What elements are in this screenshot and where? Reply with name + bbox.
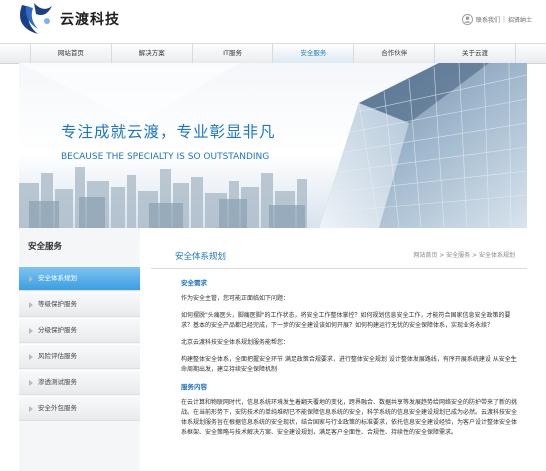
paragraph: 如何摆脱"头痛医头，脚痛医脚"的工作状态，将安全工作整体掌控？如何规划信息安全工… [181,312,511,329]
sidebar-item-classified-protection[interactable]: 分级保护服务 [19,318,140,343]
nav-item-home[interactable]: 网站首页 [30,44,111,63]
sidebar-item-label: 安全体系规划 [38,274,77,282]
sidebar-item-label: 分级保护服务 [38,326,77,334]
sidebar-item-security-planning[interactable]: 安全体系规划 [19,266,140,291]
sidebar: 安全服务 安全体系规划 等级保护服务 分级保护服务 风险评估服务 渗透测试服务 … [19,228,140,471]
recruitment-link[interactable]: 招贤纳士 [508,15,532,24]
paragraph: 构建整体安全体系，全面把握安全环节 满足政策合规要求，进行整体安全规划 设计整体… [181,356,517,373]
section-title-services: 服务内容 [181,383,207,391]
triangle-right-icon [29,275,33,282]
sidebar-title: 安全服务 [19,228,140,266]
user-icon [461,14,473,25]
paragraph: 北京云渡科技安全体系规划服务能帮您： [181,339,290,346]
sidebar-item-label: 风险评估服务 [38,352,77,360]
main-nav: 网站首页 解决方案 IT服务 安全服务 合作伙伴 关于云渡 [0,43,546,64]
triangle-right-icon [29,405,33,412]
nav-item-security-services[interactable]: 安全服务 [272,44,354,63]
paragraph: 作为安全主管，您可能正面临如下问题： [181,295,290,302]
contact-us-link[interactable]: 联系我们 [476,15,500,24]
site-header: 云渡科技 联系我们 | 招贤纳士 [0,0,546,44]
sidebar-item-label: 安全外包服务 [38,404,77,412]
banner-image [19,63,527,228]
sidebar-item-risk-assessment[interactable]: 风险评估服务 [19,344,140,369]
nav-item-about[interactable]: 关于云渡 [434,44,516,63]
main-content: 安全体系规划 网站首页 > 安全服务 > 安全体系规划 安全需求 作为安全主管，… [151,236,527,471]
logo-icon[interactable] [16,1,56,37]
triangle-right-icon [29,353,33,360]
sidebar-item-label: 渗透测试服务 [38,378,77,386]
sidebar-item-security-outsourcing[interactable]: 安全外包服务 [19,396,140,421]
banner-title: 专注成就云渡，专业彰显非凡 [61,123,276,141]
nav-item-solutions[interactable]: 解决方案 [110,44,192,63]
nav-item-it-services[interactable]: IT服务 [191,44,273,63]
sidebar-item-level-protection[interactable]: 等级保护服务 [19,292,140,317]
paragraph: 在云计算和物联网时代，信息系统环境发生着翻天覆地的变化，跨界融合、数据共享等发展… [181,399,518,436]
triangle-right-icon [29,327,33,334]
sidebar-item-penetration-testing[interactable]: 渗透测试服务 [19,370,140,395]
top-links: 联系我们 | 招贤纳士 [461,14,532,25]
triangle-right-icon [29,379,33,386]
nav-item-partners[interactable]: 合作伙伴 [353,44,434,63]
page-title: 安全体系规划 [175,252,227,262]
sidebar-item-label: 等级保护服务 [38,300,77,308]
banner-subtitle: BECAUSE THE SPECIALTY IS SO OUTSTANDING [61,152,270,162]
breadcrumb[interactable]: 网站首页 > 安全服务 > 安全体系规划 [413,250,515,259]
triangle-right-icon [29,301,33,308]
link-separator: | [502,16,505,23]
hero-banner: 专注成就云渡，专业彰显非凡 BECAUSE THE SPECIALTY IS S… [19,63,527,228]
section-title-requirements: 安全需求 [181,279,207,287]
logo-text: 云渡科技 [60,12,120,28]
content-header: 安全体系规划 网站首页 > 安全服务 > 安全体系规划 [151,236,527,269]
article-body: 安全需求 作为安全主管，您可能正面临如下问题： 如何摆脱"头痛医头，脚痛医脚"的… [181,278,517,445]
